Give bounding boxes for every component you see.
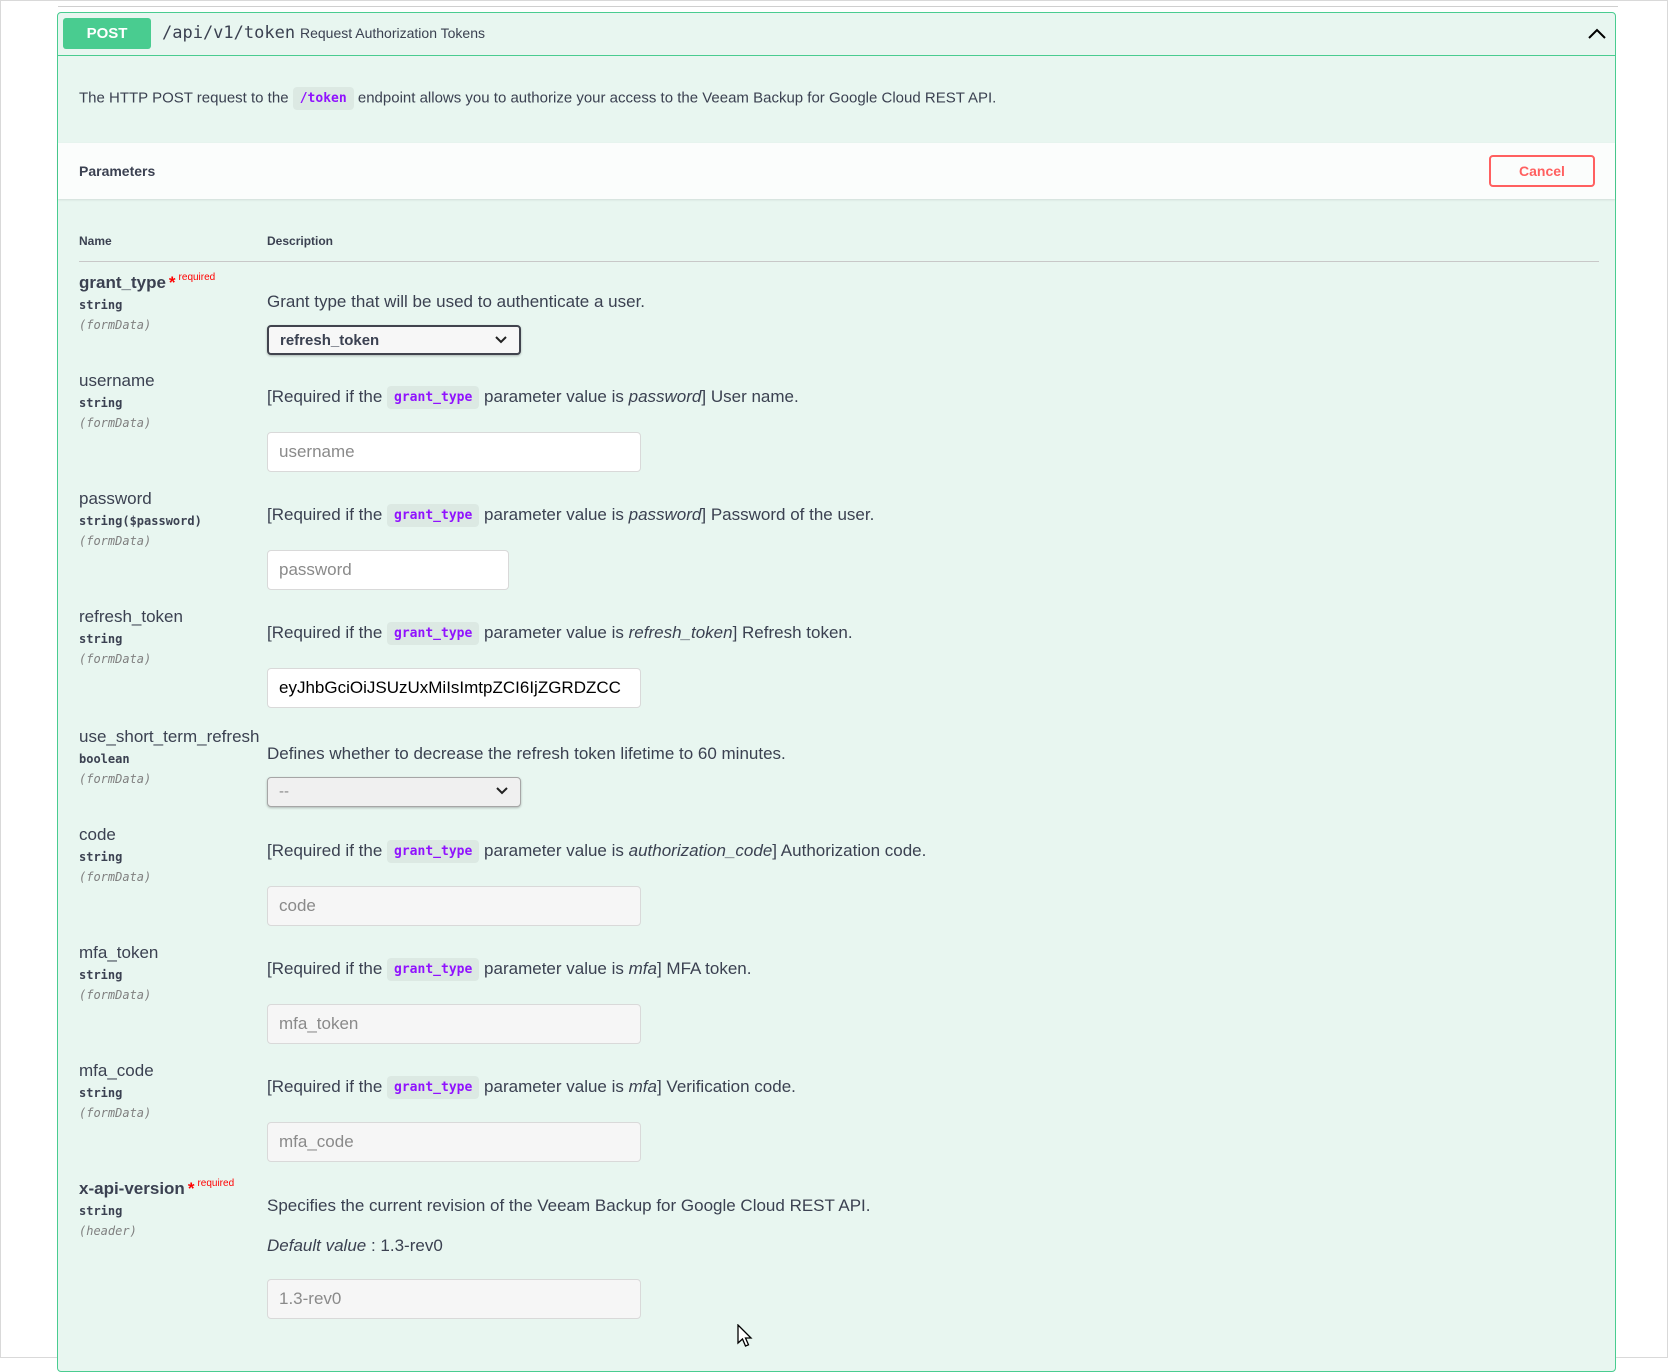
param-type: string	[79, 298, 123, 312]
param-type: string	[79, 1204, 123, 1218]
param-description: [Required if the grant_type parameter va…	[267, 622, 853, 645]
required-star: *	[168, 273, 176, 292]
param-name: password	[79, 489, 152, 508]
param-type: string	[79, 968, 123, 982]
code-grant-type: grant_type	[387, 1076, 480, 1099]
code-token: /token	[292, 87, 354, 110]
param-description: [Required if the grant_type parameter va…	[267, 386, 799, 409]
username-input[interactable]	[267, 432, 641, 472]
param-location: (formData)	[79, 772, 152, 786]
column-header-name: Name	[79, 234, 112, 248]
refresh-token-input[interactable]	[267, 668, 641, 708]
code-grant-type: grant_type	[387, 622, 480, 645]
code-grant-type: grant_type	[387, 504, 480, 527]
default-value: Default value : 1.3-rev0	[267, 1236, 443, 1255]
param-name: use_short_term_refresh	[79, 727, 260, 746]
operation-block-post-token: POST /api/v1/token Request Authorization…	[57, 12, 1616, 1372]
required-label: required	[197, 1178, 235, 1189]
code-grant-type: grant_type	[387, 840, 480, 863]
use-short-term-refresh-select[interactable]: --	[267, 777, 521, 807]
mfa-code-input[interactable]	[267, 1122, 641, 1162]
param-location: (formData)	[79, 988, 152, 1002]
param-location: (formData)	[79, 534, 152, 548]
table-header-divider	[79, 261, 1599, 262]
param-type: string	[79, 396, 123, 410]
param-location: (header)	[79, 1224, 137, 1238]
x-api-version-input[interactable]	[267, 1279, 641, 1319]
param-description: [Required if the grant_type parameter va…	[267, 840, 926, 863]
mfa-token-input[interactable]	[267, 1004, 641, 1044]
param-description: Specifies the current revision of the Ve…	[267, 1196, 871, 1215]
mouse-cursor-icon	[737, 1324, 753, 1347]
param-name: refresh_token	[79, 607, 183, 626]
grant-type-select[interactable]: refresh_token	[267, 325, 521, 355]
param-type: boolean	[79, 752, 130, 766]
required-star: *	[187, 1179, 195, 1198]
param-location: (formData)	[79, 1106, 152, 1120]
column-header-description: Description	[267, 234, 334, 248]
operation-description: The HTTP POST request to the /token endp…	[79, 87, 996, 110]
param-type: string	[79, 850, 123, 864]
operation-summary[interactable]: POST /api/v1/token Request Authorization…	[58, 13, 1615, 56]
divider	[58, 6, 1618, 7]
param-type: string	[79, 632, 123, 646]
param-description: [Required if the grant_type parameter va…	[267, 504, 874, 527]
chevron-down-icon	[495, 336, 507, 344]
param-location: (formData)	[79, 870, 152, 884]
select-value: --	[279, 783, 289, 800]
required-label: required	[178, 272, 216, 283]
operation-summary-text: Request Authorization Tokens	[300, 25, 485, 41]
param-name: username	[79, 371, 155, 390]
param-name: grant_type * required	[79, 272, 216, 292]
code-input[interactable]	[267, 886, 641, 926]
method-badge: POST	[63, 18, 151, 49]
param-name: code	[79, 825, 116, 844]
param-description: Grant type that will be used to authenti…	[267, 292, 646, 311]
cancel-button[interactable]: Cancel	[1489, 155, 1595, 187]
param-location: (formData)	[79, 318, 152, 332]
param-location: (formData)	[79, 652, 152, 666]
param-name: mfa_code	[79, 1061, 154, 1080]
param-name: mfa_token	[79, 943, 159, 962]
code-grant-type: grant_type	[387, 958, 480, 981]
parameters-title: Parameters	[79, 163, 156, 179]
param-name: x-api-version * required	[79, 1178, 235, 1198]
param-description: [Required if the grant_type parameter va…	[267, 1076, 796, 1099]
param-description: Defines whether to decrease the refresh …	[267, 744, 786, 763]
password-input[interactable]	[267, 550, 509, 590]
param-type: string($password)	[79, 514, 202, 528]
code-grant-type: grant_type	[387, 386, 480, 409]
parameters-header: Parameters Cancel	[58, 143, 1615, 199]
param-description: [Required if the grant_type parameter va…	[267, 958, 751, 981]
operation-path: /api/v1/token	[162, 23, 296, 43]
param-location: (formData)	[79, 416, 152, 430]
param-type: string	[79, 1086, 123, 1100]
chevron-up-icon[interactable]	[1585, 22, 1609, 46]
chevron-down-icon	[496, 787, 508, 795]
select-value: refresh_token	[280, 332, 380, 349]
